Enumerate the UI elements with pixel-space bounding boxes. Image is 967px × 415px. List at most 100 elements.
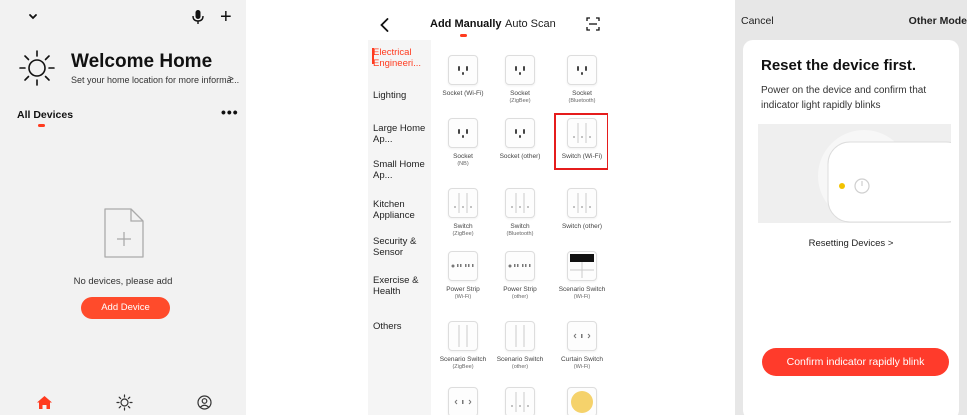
device-label: Scenario Switch xyxy=(496,356,544,363)
back-arrow-icon[interactable] xyxy=(380,18,389,32)
home-screen: + Welcome Home Set your home location fo… xyxy=(0,0,246,415)
category-item[interactable]: Large Home Ap... xyxy=(373,123,431,145)
other-mode-button[interactable]: Other Mode xyxy=(909,15,967,27)
profile-icon[interactable] xyxy=(197,395,212,410)
device-sublabel: (Bluetooth) xyxy=(568,98,596,104)
device-sublabel: (ZigBee) xyxy=(509,98,531,104)
plus-icon[interactable]: + xyxy=(220,7,232,27)
device-label: Switch xyxy=(510,223,530,230)
switch-icon xyxy=(567,188,597,218)
device-tile[interactable]: Switch (Bluetooth) xyxy=(490,188,550,238)
device-label: Socket (Wi-Fi) xyxy=(442,90,484,97)
sun-icon xyxy=(19,50,55,86)
device-label: Socket (other) xyxy=(499,153,541,160)
category-item[interactable]: Kitchen Appliance xyxy=(373,199,431,221)
reset-device-screen: Cancel Other Mode Reset the device first… xyxy=(735,0,967,415)
cancel-button[interactable]: Cancel xyxy=(741,15,774,27)
device-indicator-image xyxy=(818,130,967,223)
chevron-down-icon[interactable] xyxy=(26,10,40,24)
empty-document-icon xyxy=(104,208,144,258)
device-tile[interactable]: Switch (ZigBee) xyxy=(433,188,493,238)
device-label: Curtain Switch xyxy=(561,356,603,363)
device-label: Power Strip xyxy=(503,286,537,293)
device-illustration xyxy=(758,124,967,223)
socket-icon xyxy=(448,55,478,85)
panel-icon xyxy=(505,321,535,351)
device-sublabel: (other) xyxy=(511,294,529,300)
device-sublabel: (ZigBee) xyxy=(452,231,474,237)
scenario-icon xyxy=(567,251,597,281)
device-label: Scenario Switch xyxy=(439,356,487,363)
device-tile[interactable]: Power Strip (other) xyxy=(490,251,550,301)
strip-icon xyxy=(505,251,535,281)
device-label: Socket xyxy=(572,90,592,97)
confirm-blink-button[interactable]: Confirm indicator rapidly blink xyxy=(762,348,949,376)
tab-auto-scan[interactable]: Auto Scan xyxy=(505,18,556,30)
empty-state-text: No devices, please add xyxy=(73,276,173,287)
device-tile[interactable]: Scenario Switch (Wi-Fi) xyxy=(552,251,608,301)
home-icon[interactable] xyxy=(37,396,52,409)
device-label: Power Strip xyxy=(446,286,480,293)
device-tile[interactable] xyxy=(433,387,493,415)
bulb-icon xyxy=(567,387,597,415)
all-devices-tab[interactable]: All Devices xyxy=(17,109,73,121)
resetting-devices-link[interactable]: Resetting Devices > xyxy=(735,238,967,249)
add-device-button[interactable]: Add Device xyxy=(81,297,170,319)
category-item[interactable]: Security & Sensor xyxy=(373,236,431,258)
switch-icon xyxy=(505,188,535,218)
tab-indicator xyxy=(460,34,467,37)
device-tile[interactable]: Socket (NB) xyxy=(433,118,493,168)
device-tile[interactable]: Scenario Switch (other) xyxy=(490,321,550,371)
device-tile[interactable]: Switch (other) xyxy=(552,188,608,231)
reset-description: Power on the device and confirm that ind… xyxy=(761,85,927,111)
device-tile[interactable]: Socket (Bluetooth) xyxy=(552,55,608,105)
device-tile[interactable]: Socket (ZigBee) xyxy=(490,55,550,105)
switch-icon xyxy=(448,188,478,218)
welcome-title: Welcome Home xyxy=(71,51,213,72)
location-hint[interactable]: Set your home location for more informa.… xyxy=(71,75,239,85)
microphone-icon[interactable] xyxy=(191,9,205,25)
socket-icon xyxy=(505,118,535,148)
socket-icon xyxy=(505,55,535,85)
selected-device-highlight xyxy=(554,113,608,170)
device-tile[interactable] xyxy=(552,387,608,415)
panel-icon xyxy=(448,321,478,351)
device-tile[interactable]: Power Strip (Wi-Fi) xyxy=(433,251,493,301)
device-label: Socket xyxy=(510,90,530,97)
device-tile[interactable]: Socket (Wi-Fi) xyxy=(433,55,493,98)
device-tile[interactable]: Scenario Switch (ZigBee) xyxy=(433,321,493,371)
curtain-icon xyxy=(448,387,478,415)
device-sublabel: (Wi-Fi) xyxy=(454,294,472,300)
curtain-icon xyxy=(567,321,597,351)
device-sublabel: (Wi-Fi) xyxy=(573,294,591,300)
device-sublabel: (ZigBee) xyxy=(452,364,474,370)
reset-title: Reset the device first. xyxy=(761,57,917,74)
socket-icon xyxy=(448,118,478,148)
device-tile[interactable] xyxy=(490,387,550,415)
device-sublabel: (Bluetooth) xyxy=(506,231,534,237)
category-item[interactable]: Electrical Engineeri... xyxy=(373,47,431,69)
tab-indicator xyxy=(38,124,45,127)
indicator-light xyxy=(839,183,845,189)
device-tile[interactable]: Curtain Switch (Wi-Fi) xyxy=(552,321,608,371)
more-icon[interactable]: ••• xyxy=(221,104,239,120)
switch-icon xyxy=(505,387,535,415)
scene-icon[interactable] xyxy=(116,394,133,411)
category-item[interactable]: Others xyxy=(373,321,431,332)
device-label: Socket xyxy=(453,153,473,160)
device-label: Switch xyxy=(453,223,473,230)
device-label: Switch (other) xyxy=(561,223,603,230)
socket-icon xyxy=(567,55,597,85)
device-sublabel: (Wi-Fi) xyxy=(573,364,591,370)
category-item[interactable]: Exercise & Health xyxy=(373,275,431,297)
strip-icon xyxy=(448,251,478,281)
scan-icon[interactable] xyxy=(586,17,600,31)
tab-add-manually[interactable]: Add Manually xyxy=(430,18,502,30)
device-tile[interactable]: Socket (other) xyxy=(490,118,550,161)
chevron-right-icon[interactable]: > xyxy=(228,74,234,85)
add-device-screen: Add Manually Auto Scan Electrical Engine… xyxy=(368,0,608,415)
device-sublabel: (NB) xyxy=(457,161,469,167)
category-item[interactable]: Small Home Ap... xyxy=(373,159,431,181)
device-label: Scenario Switch xyxy=(558,286,606,293)
category-item[interactable]: Lighting xyxy=(373,90,431,101)
